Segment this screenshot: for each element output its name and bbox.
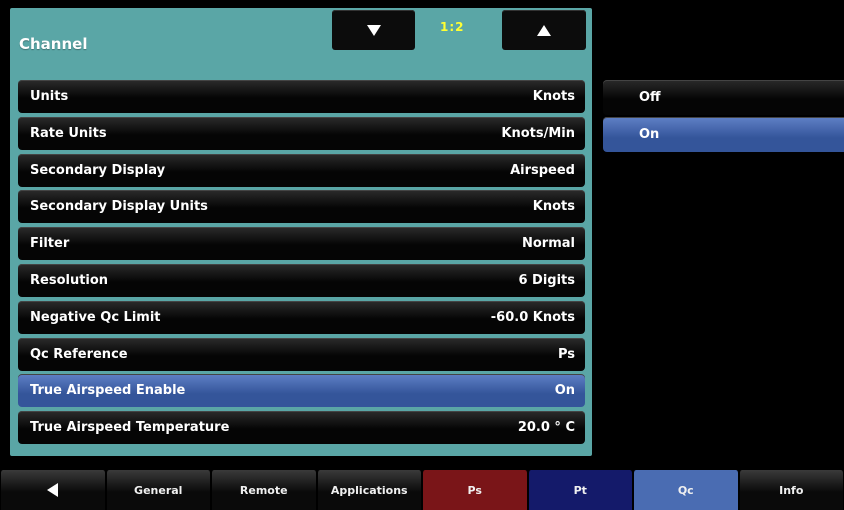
- setting-value: Normal: [522, 236, 575, 252]
- tab-label: General: [134, 483, 183, 497]
- back-button[interactable]: [0, 470, 106, 510]
- setting-label: Rate Units: [30, 125, 107, 141]
- setting-row-true-airspeed-enable[interactable]: True Airspeed Enable On: [18, 374, 585, 408]
- setting-label: Negative Qc Limit: [30, 309, 161, 325]
- tab-ps[interactable]: Ps: [422, 470, 528, 510]
- setting-value: 6 Digits: [518, 272, 575, 288]
- setting-row-qc-reference[interactable]: Qc Reference Ps: [18, 337, 585, 371]
- tab-pt[interactable]: Pt: [527, 470, 633, 510]
- tab-general[interactable]: General: [105, 470, 211, 510]
- setting-value: 20.0 ° C: [517, 420, 575, 436]
- settings-list: Units Knots Rate Units Knots/Min Seconda…: [18, 80, 585, 448]
- option-label: On: [639, 127, 660, 142]
- option-off[interactable]: Off: [603, 80, 844, 115]
- tab-remote[interactable]: Remote: [211, 470, 317, 510]
- tab-label: Ps: [467, 483, 482, 497]
- triangle-up-icon: [537, 24, 551, 36]
- setting-label: Filter: [30, 236, 70, 252]
- panel-title: Channel: [19, 35, 88, 53]
- setting-value: Knots/Min: [501, 125, 575, 141]
- tab-label: Applications: [330, 483, 408, 497]
- bottom-tab-bar: General Remote Applications Ps Pt Qc Inf…: [0, 470, 844, 510]
- setting-value: Airspeed: [510, 162, 575, 178]
- setting-value: Knots: [532, 199, 575, 215]
- setting-value: Knots: [532, 89, 575, 104]
- setting-value: -60.0 Knots: [490, 309, 575, 325]
- setting-row-negative-qc-limit[interactable]: Negative Qc Limit -60.0 Knots: [18, 300, 585, 334]
- page-up-button[interactable]: [502, 10, 586, 50]
- tab-applications[interactable]: Applications: [316, 470, 422, 510]
- setting-label: True Airspeed Temperature: [30, 420, 230, 436]
- option-list: Off On: [603, 80, 844, 154]
- tab-label: Info: [779, 483, 804, 497]
- triangle-left-icon: [47, 483, 59, 497]
- page-down-button[interactable]: [332, 10, 415, 50]
- tab-label: Qc: [677, 483, 694, 497]
- setting-row-secondary-display-units[interactable]: Secondary Display Units Knots: [18, 190, 585, 224]
- setting-label: Resolution: [30, 272, 109, 288]
- setting-value: Ps: [557, 346, 575, 362]
- setting-row-units[interactable]: Units Knots: [18, 80, 585, 113]
- setting-label: Secondary Display Units: [30, 199, 208, 215]
- setting-label: Qc Reference: [30, 346, 128, 362]
- setting-row-resolution[interactable]: Resolution 6 Digits: [18, 263, 585, 297]
- option-label: Off: [639, 90, 661, 105]
- setting-label: Secondary Display: [30, 162, 166, 178]
- setting-label: Units: [30, 89, 69, 104]
- setting-row-secondary-display[interactable]: Secondary Display Airspeed: [18, 153, 585, 187]
- tab-label: Remote: [239, 483, 288, 497]
- setting-row-rate-units[interactable]: Rate Units Knots/Min: [18, 116, 585, 150]
- option-on[interactable]: On: [603, 117, 844, 152]
- channel-panel: Channel 1:2 Units Knots Rate Units Knots…: [10, 8, 592, 456]
- setting-value: On: [554, 383, 575, 399]
- tab-info[interactable]: Info: [738, 470, 844, 510]
- setting-row-true-airspeed-temperature[interactable]: True Airspeed Temperature 20.0 ° C: [18, 411, 585, 445]
- setting-label: True Airspeed Enable: [30, 383, 186, 399]
- triangle-down-icon: [366, 24, 381, 36]
- setting-row-filter[interactable]: Filter Normal: [18, 227, 585, 261]
- tab-qc[interactable]: Qc: [633, 470, 739, 510]
- page-indicator: 1:2: [440, 20, 465, 34]
- tab-label: Pt: [573, 483, 587, 497]
